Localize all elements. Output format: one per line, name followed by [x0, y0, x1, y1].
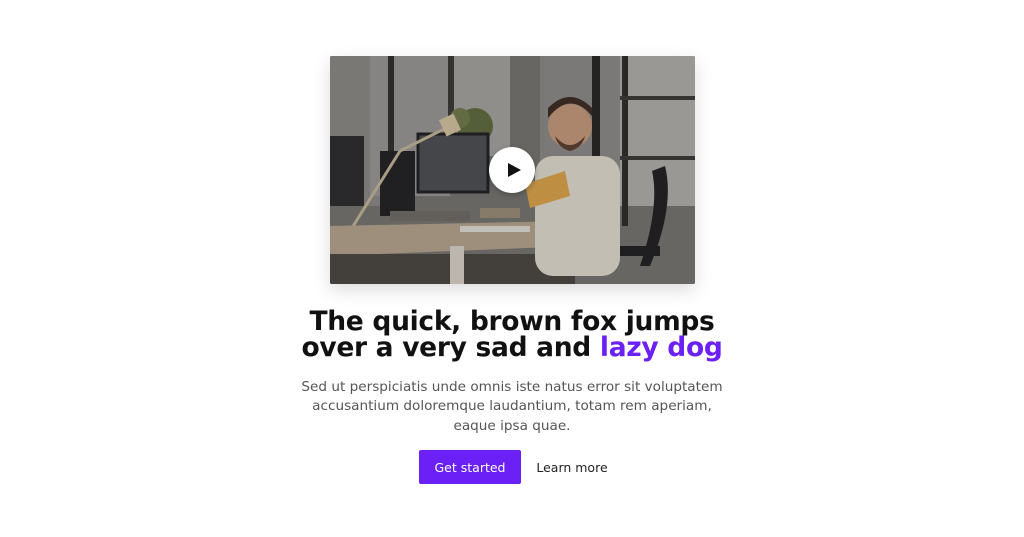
learn-more-button[interactable]: Learn more	[530, 450, 614, 484]
hero-section: The quick, brown fox jumps over a very s…	[0, 0, 1024, 537]
hero-description: Sed ut perspiciatis unde omnis iste natu…	[301, 379, 723, 434]
heading-accent: lazy dog	[599, 332, 723, 363]
play-icon	[507, 163, 521, 177]
play-button[interactable]	[489, 147, 535, 193]
get-started-button[interactable]: Get started	[419, 450, 521, 484]
video-thumbnail[interactable]	[330, 56, 695, 284]
hero-heading: The quick, brown fox jumps over a very s…	[262, 308, 762, 363]
heading-line-2: over a very sad and	[301, 332, 600, 363]
